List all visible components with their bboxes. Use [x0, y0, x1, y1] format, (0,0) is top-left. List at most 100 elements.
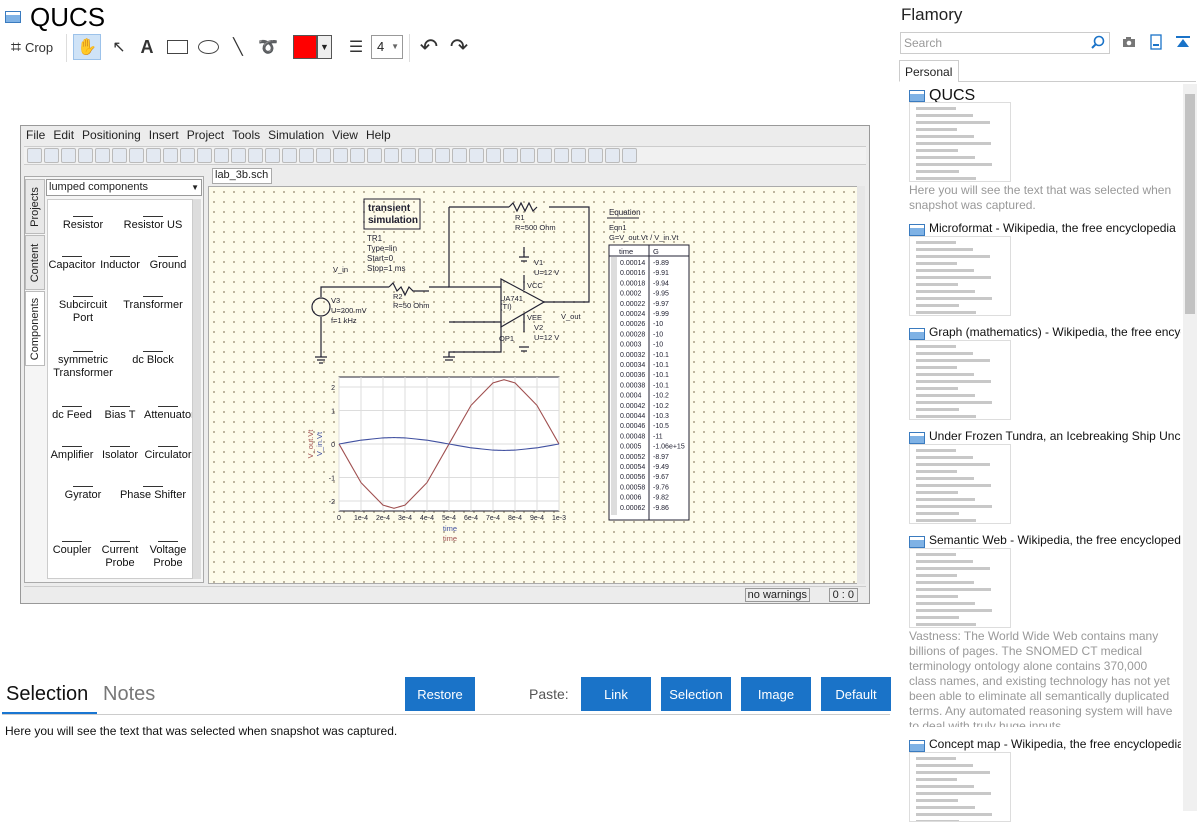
- table-header: G: [653, 247, 659, 256]
- toolbar-icon: [95, 148, 110, 163]
- thumbnail-line: [916, 484, 991, 487]
- component-icon: [110, 435, 130, 447]
- color-dropdown-button[interactable]: ▼: [317, 35, 332, 59]
- toolbar-icon: [554, 148, 569, 163]
- component-icon: [62, 395, 82, 407]
- ellipse-tool-button[interactable]: [195, 34, 221, 60]
- thumbnail-line: [916, 463, 990, 466]
- menu-item: Insert: [148, 128, 179, 142]
- undo-button[interactable]: ↶: [416, 34, 442, 60]
- camera-icon[interactable]: [1121, 34, 1137, 50]
- panel-scroll-thumb[interactable]: [1185, 94, 1195, 314]
- x-tick-label: 7e-4: [486, 515, 500, 522]
- ellipse-icon: [197, 40, 219, 54]
- paste-selection-button[interactable]: Selection: [661, 677, 731, 711]
- component-icon: [158, 395, 178, 407]
- collapse-icon[interactable]: [1175, 34, 1191, 50]
- table-cell: -9.97: [653, 301, 669, 308]
- r2-label: R2: [393, 292, 403, 301]
- undo-icon: ↶: [419, 34, 439, 59]
- thumbnail-line: [916, 764, 973, 767]
- hand-tool-button[interactable]: ✋: [73, 34, 101, 60]
- paste-link-button[interactable]: Link: [581, 677, 651, 711]
- redo-button[interactable]: ↷: [446, 34, 472, 60]
- thumbnail-line: [916, 491, 958, 494]
- component-dock: Projects Content Components lumped compo…: [24, 176, 204, 583]
- toolbar-icon: [163, 148, 178, 163]
- tab-notes[interactable]: Notes: [103, 683, 155, 706]
- crop-button[interactable]: ⌗ Crop: [6, 34, 58, 60]
- x-axis-label: time: [443, 524, 457, 533]
- table-cell: -9.82: [653, 495, 669, 502]
- table-cell: -10.2: [653, 403, 669, 410]
- sim-title: transient: [368, 203, 411, 214]
- toolbar-icon: [61, 148, 76, 163]
- snapshot-title[interactable]: Under Frozen Tundra, an Icebreaking Ship…: [929, 429, 1181, 443]
- component-icon: [110, 395, 130, 407]
- v3-label: f=1 kHz: [331, 316, 357, 325]
- y-tick-label: -2: [329, 499, 335, 506]
- table-cell: 0.0002: [620, 291, 642, 298]
- text-tool-button[interactable]: A: [135, 34, 159, 60]
- toolbar-icon: [129, 148, 144, 163]
- toolbar-icon: [112, 148, 127, 163]
- tab-selection[interactable]: Selection: [6, 683, 88, 706]
- table-cell: -8.97: [653, 454, 669, 461]
- equation-title: Equation: [609, 208, 641, 217]
- snapshot-thumbnail[interactable]: [909, 444, 1011, 524]
- snapshot-title[interactable]: Concept map - Wikipedia, the free encycl…: [929, 737, 1181, 751]
- line-width-button[interactable]: ☰: [343, 34, 369, 60]
- search-icon[interactable]: [1091, 35, 1105, 49]
- snapshot-thumbnail[interactable]: [909, 548, 1011, 628]
- table-header: time: [619, 247, 633, 256]
- snapshot-title[interactable]: Microformat - Wikipedia, the free encycl…: [929, 221, 1181, 235]
- thumbnail-line: [916, 785, 974, 788]
- snapshot-thumbnail[interactable]: [909, 236, 1011, 316]
- thumbnail-line: [916, 778, 957, 781]
- y-axis-label: V_out.Vt: [306, 429, 315, 459]
- table-scrollbar: [611, 257, 617, 515]
- table-cell: -9.67: [653, 474, 669, 481]
- x-tick-label: 0: [337, 515, 341, 522]
- component-label: Circulator: [144, 449, 192, 461]
- component-icon: [73, 475, 93, 487]
- page-icon: [909, 740, 925, 752]
- rectangle-tool-button[interactable]: [163, 34, 191, 60]
- table-cell: 0.00052: [620, 454, 645, 461]
- page-icon: [909, 432, 925, 444]
- toolbar-icon: [333, 148, 348, 163]
- toolbar-icon: [384, 148, 399, 163]
- paste-image-button[interactable]: Image: [741, 677, 811, 711]
- crop-icon: ⌗: [10, 36, 21, 57]
- snapshot-title[interactable]: Graph (mathematics) - Wikipedia, the fre…: [929, 325, 1181, 339]
- node-label: V_in: [333, 265, 348, 274]
- y-tick-label: 0: [331, 442, 335, 449]
- snapshot-title[interactable]: Semantic Web - Wikipedia, the free encyc…: [929, 533, 1181, 547]
- redo-icon: ↷: [449, 34, 469, 59]
- paste-default-button[interactable]: Default: [821, 677, 891, 711]
- thumbnail-line: [916, 757, 956, 760]
- search-input[interactable]: Search: [900, 32, 1110, 54]
- waveform-plot: 0 1e-4 2e-4 3e-4 4e-4 5e-4 6e-4 7e-4 8e-4 9e-4 1e-…: [306, 376, 566, 543]
- x-tick-label: 1e-4: [354, 515, 368, 522]
- color-swatch[interactable]: [293, 35, 317, 59]
- snapshot-thumbnail[interactable]: [909, 102, 1011, 182]
- snapshot-thumbnail[interactable]: [909, 340, 1011, 420]
- menu-item: View: [332, 128, 358, 142]
- thumbnail-line: [916, 477, 974, 480]
- snapshot-thumbnail[interactable]: [909, 752, 1011, 822]
- v3-label: U=200 mV: [331, 306, 367, 315]
- line-tool-button[interactable]: ╲: [225, 34, 251, 60]
- pointer-tool-button[interactable]: ↖: [106, 34, 132, 60]
- x-tick-label: 4e-4: [420, 515, 434, 522]
- freehand-tool-button[interactable]: ➰: [255, 34, 281, 60]
- tab-personal[interactable]: Personal: [899, 60, 959, 82]
- thumbnail-line: [916, 595, 958, 598]
- restore-button[interactable]: Restore: [405, 677, 475, 711]
- line-width-select[interactable]: 4 ▼: [371, 35, 403, 59]
- table-cell: -9.76: [653, 484, 669, 491]
- selection-text: Here you will see the text that was sele…: [5, 724, 398, 738]
- document-icon[interactable]: [1148, 34, 1164, 50]
- coords-status: 0 : 0: [828, 588, 858, 602]
- tab-divider: [958, 81, 1196, 82]
